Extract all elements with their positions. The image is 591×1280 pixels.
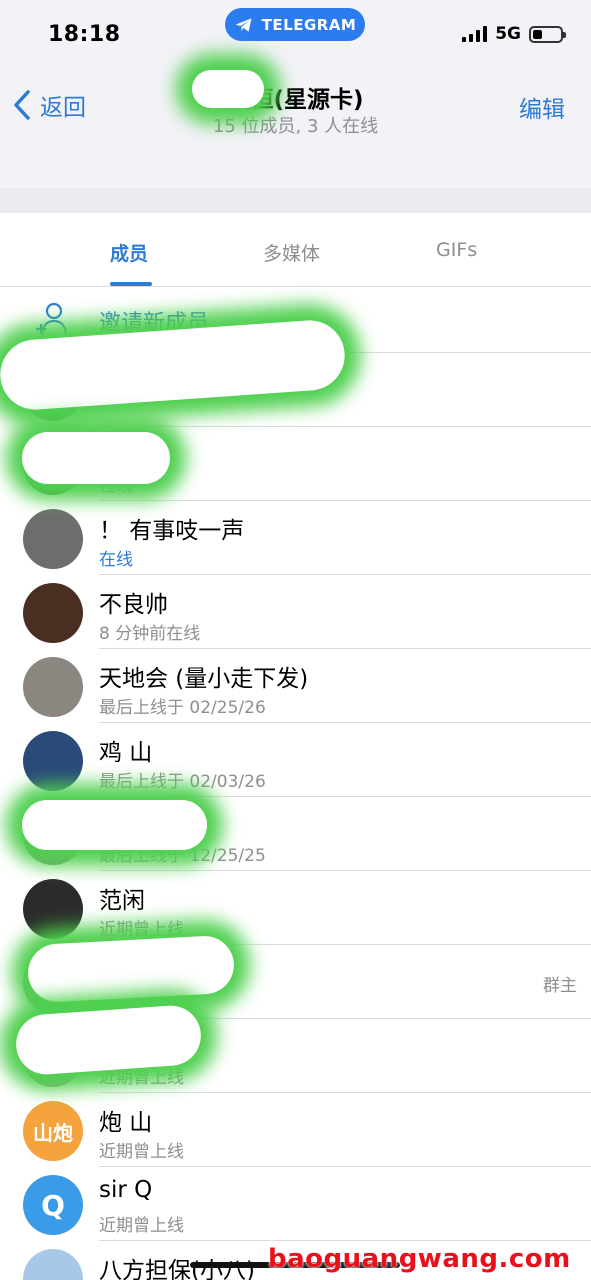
redaction-mark (26, 934, 236, 1004)
network-type: 5G (495, 24, 521, 44)
status-time: 18:18 (48, 22, 121, 47)
group-title: 汇恒(星源卡) (227, 87, 364, 113)
avatar-initials: 山炮 (33, 1120, 73, 1145)
avatar: Q (23, 1175, 83, 1235)
watermark: baoguangwang.com (268, 1244, 571, 1274)
group-subtitle: 15 位成员, 3 人在线 (212, 116, 379, 137)
telegram-plane-icon (235, 17, 252, 32)
member-status: 近期曾上线 (99, 1142, 184, 1162)
member-name: 鸡 山 (99, 740, 153, 766)
member-name: 范闲 (99, 888, 145, 914)
nav-header: 返回 汇恒(星源卡) 15 位成员, 3 人在线 编辑 (0, 60, 591, 190)
member-row[interactable]: 范闲 近期曾上线 (0, 871, 591, 945)
tab-gifs[interactable]: GIFs (436, 239, 477, 261)
member-row[interactable]: ！ 有事吱一声 在线 (0, 501, 591, 575)
member-row[interactable]: 山炮 炮 山 近期曾上线 (0, 1093, 591, 1167)
redaction-mark (22, 432, 170, 484)
tab-active-indicator (110, 282, 152, 286)
add-user-icon (36, 302, 68, 336)
member-name: 不良帅 (99, 592, 168, 618)
member-row[interactable]: 不良帅 8 分钟前在线 (0, 575, 591, 649)
member-row[interactable]: 鸡 山 最后上线于 02/03/26 (0, 723, 591, 797)
tab-bar: 成员 多媒体 GIFs (0, 213, 591, 287)
member-role-badge: 群主 (543, 976, 577, 996)
member-row[interactable]: Q sir Q 近期曾上线 (0, 1167, 591, 1241)
avatar (23, 879, 83, 939)
avatar (23, 657, 83, 717)
member-status: 最后上线于 02/03/26 (99, 772, 266, 792)
redaction-mark (22, 800, 207, 850)
member-status: 8 分钟前在线 (99, 624, 201, 644)
status-bar: 18:18 TELEGRAM 5G (0, 0, 591, 60)
section-separator (0, 188, 591, 213)
avatar: 山炮 (23, 1101, 83, 1161)
member-row[interactable]: 天地会 (量小走下发) 最后上线于 02/25/26 (0, 649, 591, 723)
edit-button[interactable]: 编辑 (519, 90, 565, 124)
signal-icon (462, 26, 488, 42)
member-name: ！ 有事吱一声 (99, 518, 245, 544)
avatar (23, 583, 83, 643)
telegram-pill[interactable]: TELEGRAM (225, 8, 365, 41)
tab-members[interactable]: 成员 (110, 239, 148, 266)
avatar-initials: Q (41, 1188, 65, 1222)
battery-icon (529, 25, 566, 43)
telegram-pill-label: TELEGRAM (261, 15, 357, 34)
member-status: 近期曾上线 (99, 1216, 184, 1236)
avatar (23, 509, 83, 569)
member-name: sir Q (99, 1177, 153, 1203)
redaction-mark (192, 70, 264, 108)
member-name: 天地会 (量小走下发) (99, 666, 309, 692)
avatar (23, 1249, 83, 1280)
member-name: 炮 山 (99, 1110, 153, 1136)
member-status: 在线 (99, 550, 133, 570)
avatar (23, 731, 83, 791)
member-status: 近期曾上线 (99, 920, 184, 940)
status-indicators: 5G (462, 24, 566, 44)
member-status: 最后上线于 02/25/26 (99, 698, 266, 718)
tab-media[interactable]: 多媒体 (263, 239, 320, 266)
